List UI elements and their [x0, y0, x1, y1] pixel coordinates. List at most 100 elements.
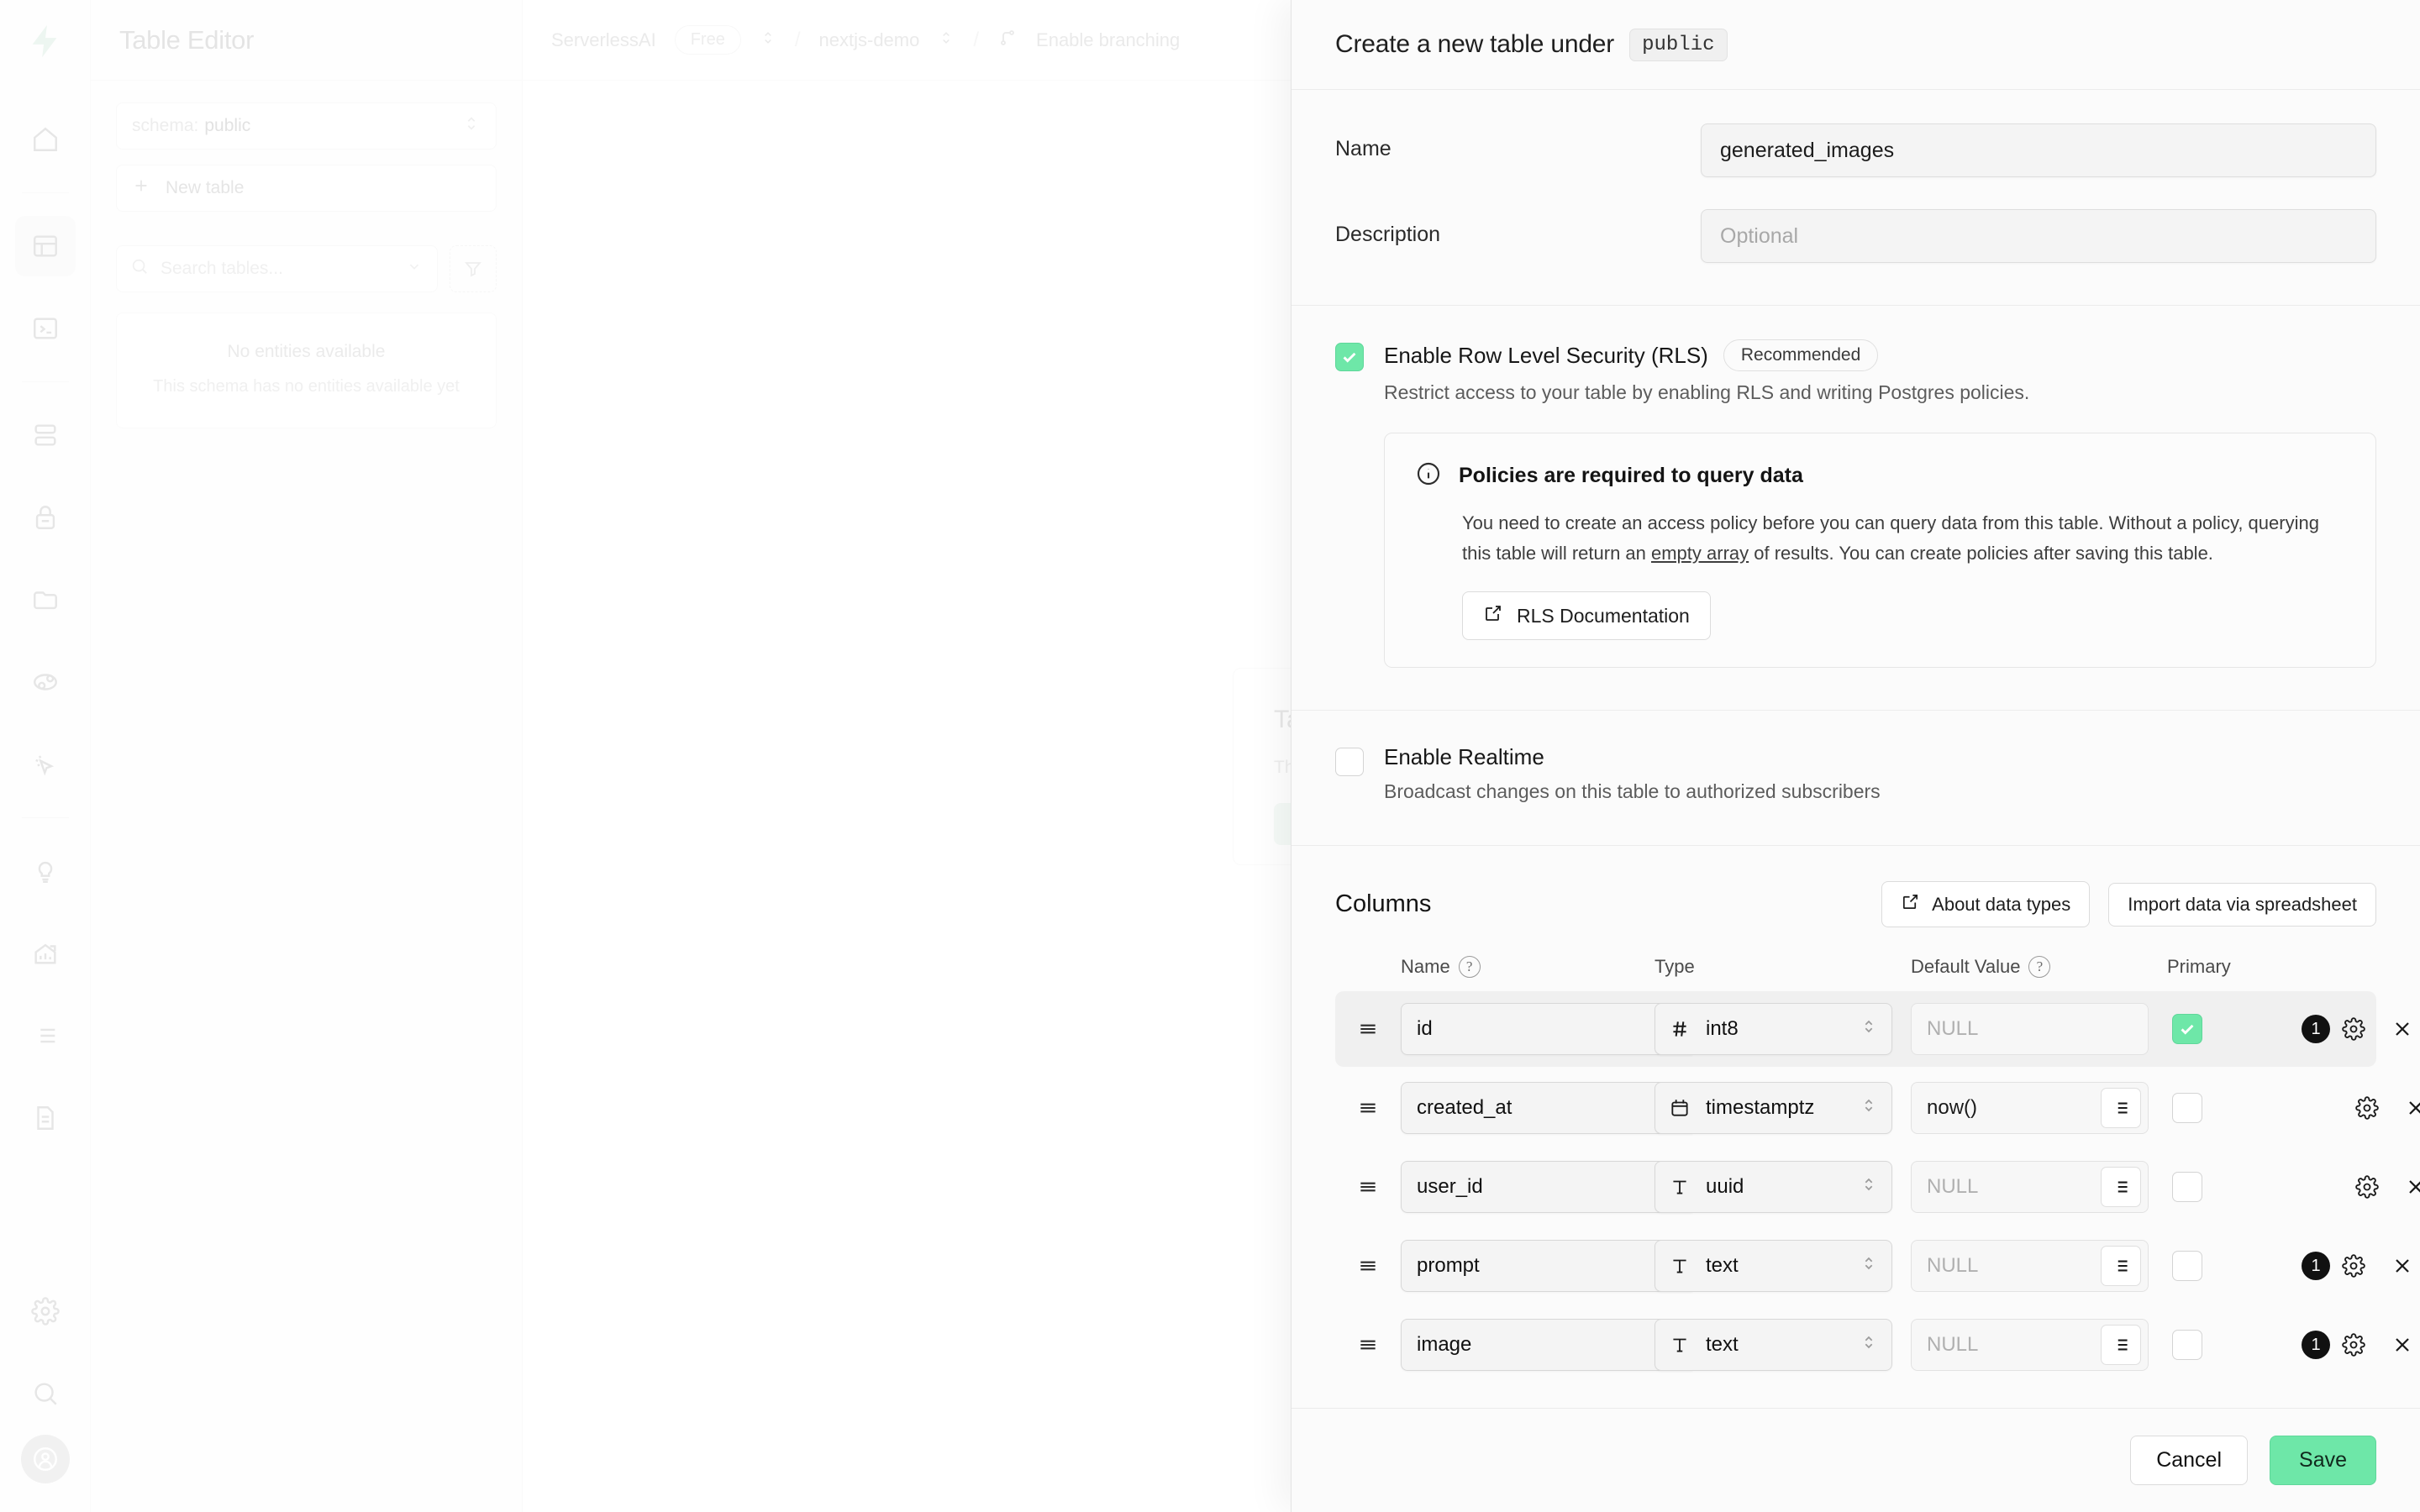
- sidebar-item-logs[interactable]: [15, 1005, 76, 1066]
- column-default-input[interactable]: NULL: [1911, 1161, 2149, 1214]
- filter-icon[interactable]: [450, 245, 497, 292]
- sidebar-item-advisors[interactable]: [15, 841, 76, 901]
- help-icon[interactable]: ?: [1458, 956, 1481, 979]
- column-type-select[interactable]: text: [1655, 1319, 1892, 1372]
- chevron-updown-icon: [1860, 1096, 1880, 1121]
- table-editor-panel: Table Editor schema: public New table Se…: [91, 0, 523, 1512]
- sidebar-item-api-docs[interactable]: [15, 1088, 76, 1148]
- panel-scroll-area[interactable]: Name Description Enable Row L: [1292, 90, 2420, 1408]
- default-value-list-icon[interactable]: [2101, 1246, 2141, 1287]
- primary-key-checkbox[interactable]: [2172, 1172, 2202, 1203]
- column-default-input[interactable]: now(): [1911, 1082, 2149, 1135]
- sidebar-item-storage[interactable]: [15, 570, 76, 630]
- enable-rls-checkbox[interactable]: [1335, 343, 1364, 371]
- external-link-icon: [1483, 603, 1503, 628]
- save-button[interactable]: Save: [2270, 1436, 2376, 1485]
- column-settings-gear-icon[interactable]: [2342, 1017, 2365, 1041]
- rls-section: Enable Row Level Security (RLS) Recommen…: [1292, 306, 2420, 711]
- column-type-select[interactable]: int8: [1655, 1003, 1892, 1056]
- panel-footer: Cancel Save: [1292, 1408, 2420, 1512]
- primary-key-checkbox[interactable]: [2172, 1330, 2202, 1361]
- column-settings-gear-icon[interactable]: [2355, 1175, 2379, 1199]
- empty-state: No entities available This schema has no…: [116, 312, 497, 428]
- remove-column-icon[interactable]: [2391, 1254, 2414, 1278]
- table-description-input[interactable]: [1701, 209, 2376, 263]
- schema-selector[interactable]: schema: public: [116, 102, 497, 150]
- column-name-input[interactable]: [1401, 1319, 1692, 1372]
- column-default-input[interactable]: NULL: [1911, 1003, 2149, 1056]
- column-settings-gear-icon[interactable]: [2355, 1096, 2379, 1120]
- rls-documentation-button[interactable]: RLS Documentation: [1462, 591, 1711, 641]
- recommended-badge: Recommended: [1723, 339, 1879, 371]
- column-type-select[interactable]: timestamptz: [1655, 1082, 1892, 1135]
- column-type-cell: text: [1655, 1240, 1911, 1293]
- sidebar-item-authentication[interactable]: [15, 487, 76, 548]
- primary-key-checkbox[interactable]: [2172, 1014, 2202, 1045]
- column-type-cell: uuid: [1655, 1161, 1911, 1214]
- rls-policy-notice: Policies are required to query data You …: [1384, 433, 2376, 669]
- basic-info-section: Name Description: [1292, 90, 2420, 306]
- enable-realtime-checkbox[interactable]: [1335, 748, 1364, 777]
- import-spreadsheet-button[interactable]: Import data via spreadsheet: [2108, 882, 2376, 927]
- chevron-updown-icon: [1860, 1254, 1880, 1278]
- column-name-input[interactable]: [1401, 1003, 1692, 1056]
- sidebar-item-reports[interactable]: [15, 923, 76, 984]
- settings-gear-icon[interactable]: [15, 1281, 76, 1341]
- breadcrumb-project[interactable]: nextjs-demo: [819, 29, 920, 51]
- remove-column-icon[interactable]: [2391, 1017, 2414, 1041]
- git-branch-icon: [997, 28, 1018, 53]
- search-icon[interactable]: [15, 1363, 76, 1424]
- remove-column-icon[interactable]: [2404, 1096, 2420, 1120]
- default-value-list-icon[interactable]: [2101, 1167, 2141, 1208]
- remove-column-icon[interactable]: [2404, 1175, 2420, 1199]
- column-settings-gear-icon[interactable]: [2342, 1254, 2365, 1278]
- sidebar-item-table-editor[interactable]: [14, 216, 76, 276]
- column-name-input[interactable]: [1401, 1082, 1692, 1135]
- hash-icon: [1667, 1018, 1692, 1040]
- chevron-updown-icon[interactable]: [760, 29, 776, 51]
- remove-column-icon[interactable]: [2391, 1333, 2414, 1357]
- cancel-button[interactable]: Cancel: [2130, 1436, 2249, 1485]
- column-name-input[interactable]: [1401, 1161, 1692, 1214]
- primary-key-checkbox[interactable]: [2172, 1093, 2202, 1124]
- drag-handle-icon[interactable]: [1335, 1097, 1401, 1119]
- rls-documentation-label: RLS Documentation: [1517, 604, 1690, 627]
- sidebar-item-database[interactable]: [15, 405, 76, 465]
- sidebar-item-home[interactable]: [15, 109, 76, 170]
- column-name-cell: [1401, 1319, 1746, 1372]
- default-value-list-icon[interactable]: [2101, 1088, 2141, 1129]
- drag-handle-icon[interactable]: [1335, 1176, 1401, 1198]
- column-primary-cell: [2167, 1172, 2302, 1203]
- column-default-input[interactable]: NULL: [1911, 1319, 2149, 1372]
- column-default-input[interactable]: NULL: [1911, 1240, 2149, 1293]
- drag-handle-icon[interactable]: [1335, 1018, 1401, 1040]
- bolt-logo-icon[interactable]: [26, 22, 65, 65]
- drag-handle-icon[interactable]: [1335, 1255, 1401, 1277]
- column-name-cell: [1401, 1240, 1746, 1293]
- sidebar-item-realtime[interactable]: [15, 734, 76, 795]
- column-name-cell: [1401, 1161, 1746, 1214]
- help-icon[interactable]: ?: [2028, 956, 2051, 979]
- columns-title: Columns: [1335, 890, 1432, 918]
- table-name-input[interactable]: [1701, 123, 2376, 177]
- drag-handle-icon[interactable]: [1335, 1334, 1401, 1356]
- new-table-button[interactable]: New table: [116, 165, 497, 212]
- chevron-updown-icon[interactable]: [938, 29, 955, 51]
- sidebar-item-edge-functions[interactable]: [15, 652, 76, 712]
- column-settings-gear-icon[interactable]: [2342, 1333, 2365, 1357]
- primary-key-checkbox[interactable]: [2172, 1251, 2202, 1282]
- column-name-input[interactable]: [1401, 1240, 1692, 1293]
- empty-array-link[interactable]: empty array: [1651, 543, 1749, 564]
- default-value-list-icon[interactable]: [2101, 1325, 2141, 1366]
- column-default-cell: now(): [1911, 1082, 2167, 1135]
- enable-branching-link[interactable]: Enable branching: [1036, 29, 1180, 51]
- plan-badge[interactable]: Free: [674, 25, 741, 55]
- account-avatar-icon[interactable]: [20, 1435, 70, 1483]
- search-tables-input[interactable]: Search tables...: [116, 245, 438, 292]
- sidebar-item-sql-editor[interactable]: [15, 298, 76, 359]
- breadcrumb-org[interactable]: ServerlessAI: [551, 29, 656, 51]
- column-type-select[interactable]: text: [1655, 1240, 1892, 1293]
- about-data-types-button[interactable]: About data types: [1881, 881, 2091, 928]
- column-type-select[interactable]: uuid: [1655, 1161, 1892, 1214]
- chevron-updown-icon: [462, 114, 481, 138]
